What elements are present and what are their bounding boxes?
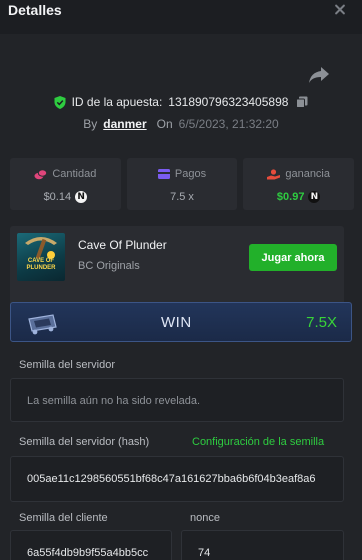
stat-profit: ganancia $0.97 N — [243, 158, 355, 210]
bet-id-row: ID de la apuesta: 131890796323405898 — [0, 92, 362, 112]
stat-profit-label: ganancia — [285, 168, 330, 180]
result-multiplier: 7.5X — [306, 314, 337, 331]
wallet-icon — [157, 169, 170, 179]
game-name[interactable]: Cave Of Plunder — [78, 238, 167, 252]
seed-config-link[interactable]: Configuración de la semilla — [192, 436, 324, 448]
username-link[interactable]: danmer — [103, 117, 146, 131]
stat-amount: Cantidad $0.14 N — [10, 158, 121, 210]
treasure-cart-icon — [28, 314, 57, 335]
stat-profit-value: $0.97 — [276, 191, 305, 203]
server-hash-value: 005ae11c1298560551bf68c47a161627bba6b6f0… — [27, 473, 316, 485]
bet-stats: Cantidad $0.14 N Pagos 7.5 x ganancia $0… — [10, 158, 355, 210]
nonce-label: nonce — [190, 512, 220, 524]
server-seed-field: La semilla aún no ha sido revelada. — [10, 378, 344, 422]
stat-payout-label: Pagos — [174, 168, 207, 180]
bet-byline: By danmer On 6/5/2023, 21:32:20 — [0, 114, 362, 134]
game-provider: BC Originals — [78, 260, 140, 272]
client-seed-label: Semilla del cliente — [19, 512, 108, 524]
coins-icon — [34, 168, 48, 179]
share-icon[interactable] — [308, 66, 330, 84]
server-seed-label: Semilla del servidor — [19, 359, 115, 371]
bet-details-panel: ID de la apuesta: 131890796323405898 By … — [0, 34, 362, 560]
currency-coin-icon: N — [75, 191, 88, 203]
result-bar: WIN 7.5X — [10, 302, 352, 342]
game-thumbnail-text: CAVE OF PLUNDER — [26, 258, 56, 271]
close-icon[interactable] — [332, 2, 348, 18]
server-hash-label: Semilla del servidor (hash) — [19, 436, 150, 448]
copy-icon[interactable] — [296, 96, 308, 108]
stat-payout-value: 7.5 x — [170, 191, 194, 203]
shield-check-icon — [54, 95, 66, 109]
by-label: By — [83, 117, 98, 131]
modal-header: Detalles — [0, 0, 362, 28]
currency-coin-icon: N — [308, 191, 321, 203]
client-seed-value: 6a55f4db9b9f55a4bb5cc — [27, 547, 149, 559]
result-label: WIN — [161, 314, 192, 331]
play-now-button[interactable]: Jugar ahora — [249, 244, 337, 271]
server-hash-field[interactable]: 005ae11c1298560551bf68c47a161627bba6b6f0… — [10, 456, 344, 502]
stat-amount-value: $0.14 — [43, 191, 72, 203]
nonce-field[interactable]: 74 — [181, 530, 344, 560]
stat-amount-label: Cantidad — [52, 168, 97, 180]
game-thumbnail[interactable]: CAVE OF PLUNDER — [17, 233, 65, 281]
modal-title: Detalles — [8, 2, 62, 18]
nonce-value: 74 — [198, 547, 211, 559]
stat-payout: Pagos 7.5 x — [126, 158, 238, 210]
on-label: On — [156, 117, 173, 131]
bet-id-label: ID de la apuesta: — [71, 95, 163, 109]
server-seed-value: La semilla aún no ha sido revelada. — [27, 395, 201, 407]
client-seed-field[interactable]: 6a55f4db9b9f55a4bb5cc — [10, 530, 172, 560]
bet-datetime: 6/5/2023, 21:32:20 — [178, 117, 279, 131]
profit-hand-icon — [267, 168, 281, 179]
bet-id-value: 131890796323405898 — [168, 95, 289, 109]
